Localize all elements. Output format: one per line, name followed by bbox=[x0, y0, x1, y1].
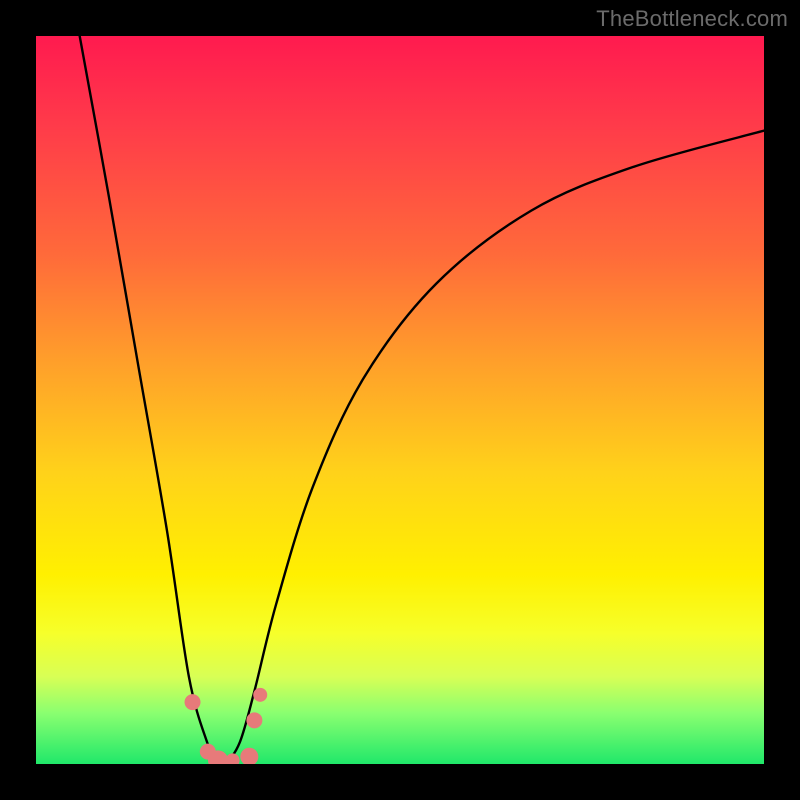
curve-marker bbox=[246, 712, 262, 728]
curve-markers bbox=[185, 688, 268, 764]
bottleneck-curve-svg bbox=[36, 36, 764, 764]
curve-marker bbox=[226, 753, 240, 764]
bottleneck-curve-path bbox=[80, 36, 764, 764]
curve-marker bbox=[240, 748, 258, 764]
chart-frame: TheBottleneck.com bbox=[0, 0, 800, 800]
curve-marker bbox=[253, 688, 267, 702]
curve-marker bbox=[185, 694, 201, 710]
plot-area bbox=[36, 36, 764, 764]
watermark-text: TheBottleneck.com bbox=[596, 6, 788, 32]
